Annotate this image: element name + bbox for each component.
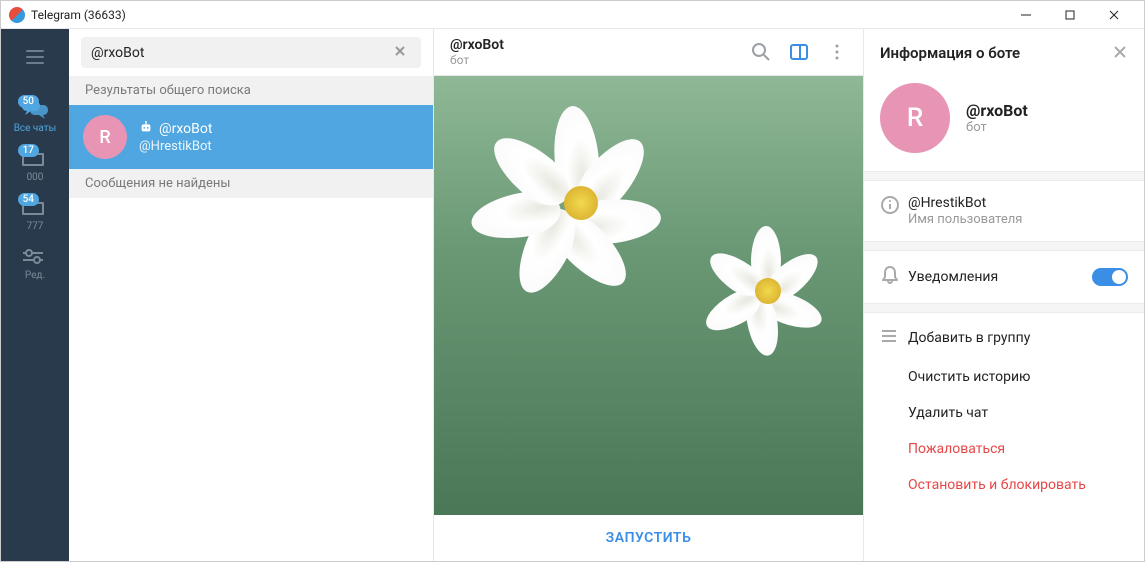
rail-label: Все чаты [14, 123, 57, 134]
results-section-header: Результаты общего поиска [69, 76, 433, 105]
menu-button[interactable] [17, 39, 53, 75]
window-title: Telegram (36633) [31, 8, 1004, 22]
divider [864, 241, 1144, 251]
clear-search-icon[interactable] [389, 43, 411, 62]
rail-badge: 54 [18, 193, 39, 206]
info-type: бот [966, 120, 1028, 135]
action-label: Пожаловаться [908, 441, 1005, 457]
info-avatar[interactable]: R [880, 83, 950, 153]
info-username: @HrestikBot [908, 195, 1128, 211]
rail-item-all-chats[interactable]: 50 Все чаты [1, 93, 69, 142]
rail-label: 000 [27, 172, 44, 183]
folder-rail: 50 Все чаты 17 000 54 777 [1, 29, 69, 561]
info-username-row[interactable]: @HrestikBot Имя пользователя [864, 181, 1144, 241]
chat-subtitle: бот [450, 53, 751, 67]
chats-icon: 50 [21, 99, 49, 121]
search-result-item[interactable]: R @rxoBot @HrestikBot [69, 105, 433, 169]
search-box[interactable] [81, 37, 421, 68]
folder-icon: 54 [21, 197, 49, 219]
rail-badge: 50 [18, 95, 39, 108]
maximize-button[interactable] [1048, 2, 1092, 28]
stop-and-block-button[interactable]: Остановить и блокировать [864, 467, 1144, 503]
chat-background [434, 76, 863, 515]
avatar: R [83, 115, 127, 159]
search-in-chat-icon[interactable] [751, 42, 771, 62]
rail-item-edit[interactable]: Ред. [1, 240, 69, 289]
chat-title[interactable]: @rxoBot [450, 37, 751, 53]
info-profile: R @rxoBot бот [864, 73, 1144, 171]
folder-icon: 17 [21, 148, 49, 170]
notifications-row: Уведомления [864, 251, 1144, 303]
bot-info-panel: Информация о боте R @rxoBot бот @Hrestik… [864, 29, 1144, 561]
info-name: @rxoBot [966, 101, 1028, 120]
close-window-button[interactable] [1092, 2, 1136, 28]
action-label: Остановить и блокировать [908, 477, 1086, 493]
action-label: Добавить в группу [908, 330, 1030, 346]
chat-header: @rxoBot бот [434, 29, 863, 76]
titlebar: Telegram (36633) [1, 1, 1144, 29]
delete-chat-button[interactable]: Удалить чат [864, 395, 1144, 431]
close-panel-icon[interactable] [1112, 43, 1128, 63]
start-button[interactable]: ЗАПУСТИТЬ [434, 515, 863, 561]
info-icon [880, 195, 908, 219]
flower-decoration-icon [703, 226, 833, 356]
chat-view: @rxoBot бот [434, 29, 864, 561]
rail-item-777[interactable]: 54 777 [1, 191, 69, 240]
notifications-toggle[interactable] [1092, 268, 1128, 286]
rail-item-000[interactable]: 17 000 [1, 142, 69, 191]
chat-list-panel: Результаты общего поиска R @rxoBot @Hres… [69, 29, 434, 561]
list-icon [880, 327, 908, 349]
app-icon [9, 7, 25, 23]
rail-badge: 17 [18, 144, 39, 157]
search-input[interactable] [91, 45, 389, 61]
result-subtitle: @HrestikBot [139, 139, 419, 154]
bot-icon [139, 120, 153, 138]
action-label: Очистить историю [908, 369, 1031, 385]
rail-label: Ред. [25, 270, 45, 281]
side-panel-icon[interactable] [789, 42, 809, 62]
info-panel-title: Информация о боте [880, 44, 1112, 62]
clear-history-button[interactable]: Очистить историю [864, 359, 1144, 395]
action-label: Удалить чат [908, 405, 988, 421]
no-messages-label: Сообщения не найдены [69, 169, 433, 198]
notifications-label: Уведомления [908, 269, 1092, 285]
flower-decoration-icon [479, 101, 679, 301]
result-title: @rxoBot [159, 121, 212, 137]
divider [864, 303, 1144, 313]
bell-icon [880, 265, 908, 289]
divider [864, 171, 1144, 181]
add-to-group-button[interactable]: Добавить в группу [864, 317, 1144, 359]
more-icon[interactable] [827, 42, 847, 62]
info-username-label: Имя пользователя [908, 212, 1128, 227]
minimize-button[interactable] [1004, 2, 1048, 28]
report-button[interactable]: Пожаловаться [864, 431, 1144, 467]
rail-label: 777 [27, 221, 44, 232]
sliders-icon [21, 246, 49, 268]
